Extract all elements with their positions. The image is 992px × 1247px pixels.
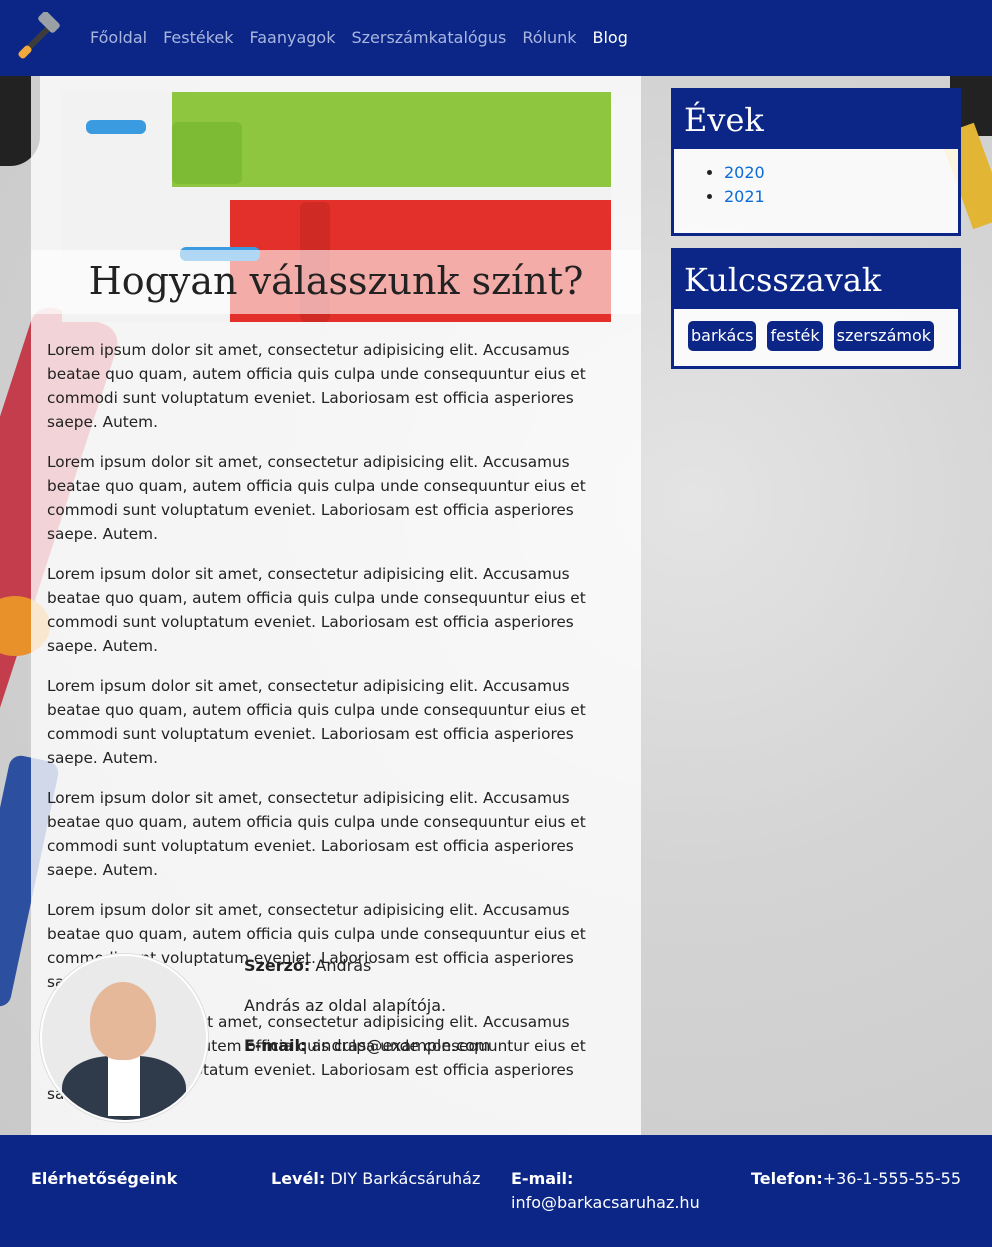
author-name-label: Szerző: — [244, 956, 311, 975]
hammer-icon[interactable] — [16, 12, 68, 64]
keywords-card: Kulcsszavak barkács festék szerszámok — [671, 248, 961, 369]
tag-barkacs[interactable]: barkács — [688, 321, 757, 351]
navbar: Főoldal Festékek Faanyagok Szerszámkatal… — [0, 0, 992, 76]
list-item: 2020 — [724, 161, 958, 185]
footer-phone-label: Telefon: — [751, 1169, 823, 1188]
paragraph: Lorem ipsum dolor sit amet, consectetur … — [47, 677, 586, 767]
year-link-2021[interactable]: 2021 — [724, 187, 765, 206]
footer-email-value[interactable]: info@barkacsaruhaz.hu — [511, 1193, 700, 1212]
post-title: Hogyan válasszunk színt? — [88, 259, 584, 303]
nav-item-faanyagok[interactable]: Faanyagok — [250, 26, 336, 50]
nav-links: Főoldal Festékek Faanyagok Szerszámkatal… — [90, 26, 628, 50]
keywords-title: Kulcsszavak — [674, 251, 958, 309]
author-email-line: E-mail: andras@example.com — [244, 1034, 624, 1058]
blog-post: Hogyan válasszunk színt? Lorem ipsum dol… — [31, 76, 641, 1135]
author-info: Szerző: András András az oldal alapítója… — [244, 954, 624, 1074]
year-link-2020[interactable]: 2020 — [724, 163, 765, 182]
author-email-label: E-mail: — [244, 1036, 307, 1055]
years-list: 2020 2021 — [674, 161, 958, 209]
author-name: András — [315, 956, 372, 975]
footer-phone-value[interactable]: +36-1-555-55-55 — [823, 1169, 961, 1188]
footer-mail-value: DIY Barkácsáruház — [330, 1169, 481, 1188]
footer-mail-label: Levél: — [271, 1169, 326, 1188]
keyword-tags: barkács festék szerszámok — [674, 309, 958, 363]
footer-contacts-title: Elérhetőségeink — [31, 1167, 177, 1191]
paragraph: Lorem ipsum dolor sit amet, consectetur … — [47, 453, 586, 543]
tag-festek[interactable]: festék — [767, 321, 823, 351]
nav-item-fooldal[interactable]: Főoldal — [90, 26, 147, 50]
nav-item-festekek[interactable]: Festékek — [163, 26, 233, 50]
author-name-line: Szerző: András — [244, 954, 624, 978]
paragraph: Lorem ipsum dolor sit amet, consectetur … — [47, 341, 586, 431]
author-email: andras@example.com — [311, 1036, 491, 1055]
paragraph: Lorem ipsum dolor sit amet, consectetur … — [47, 789, 586, 879]
footer-email-label: E-mail: — [511, 1169, 574, 1188]
footer: Elérhetőségeink Levél: DIY Barkácsáruház… — [0, 1135, 992, 1247]
author-avatar — [40, 954, 208, 1122]
nav-item-szerszamkatalogus[interactable]: Szerszámkatalógus — [351, 26, 506, 50]
list-item: 2021 — [724, 185, 958, 209]
footer-contacts-title-text: Elérhetőségeink — [31, 1169, 178, 1188]
footer-mail: Levél: DIY Barkácsáruház — [271, 1167, 480, 1191]
years-card: Évek 2020 2021 — [671, 88, 961, 236]
footer-email: E-mail: info@barkacsaruhaz.hu — [511, 1167, 721, 1215]
nav-item-blog[interactable]: Blog — [593, 26, 628, 50]
paragraph: Lorem ipsum dolor sit amet, consectetur … — [47, 565, 586, 655]
author-bio: András az oldal alapítója. — [244, 996, 447, 1015]
years-title: Évek — [674, 91, 958, 149]
tag-szerszamok[interactable]: szerszámok — [833, 321, 935, 351]
footer-phone: Telefon:+36-1-555-55-55 — [751, 1167, 961, 1191]
nav-item-rolunk[interactable]: Rólunk — [522, 26, 576, 50]
